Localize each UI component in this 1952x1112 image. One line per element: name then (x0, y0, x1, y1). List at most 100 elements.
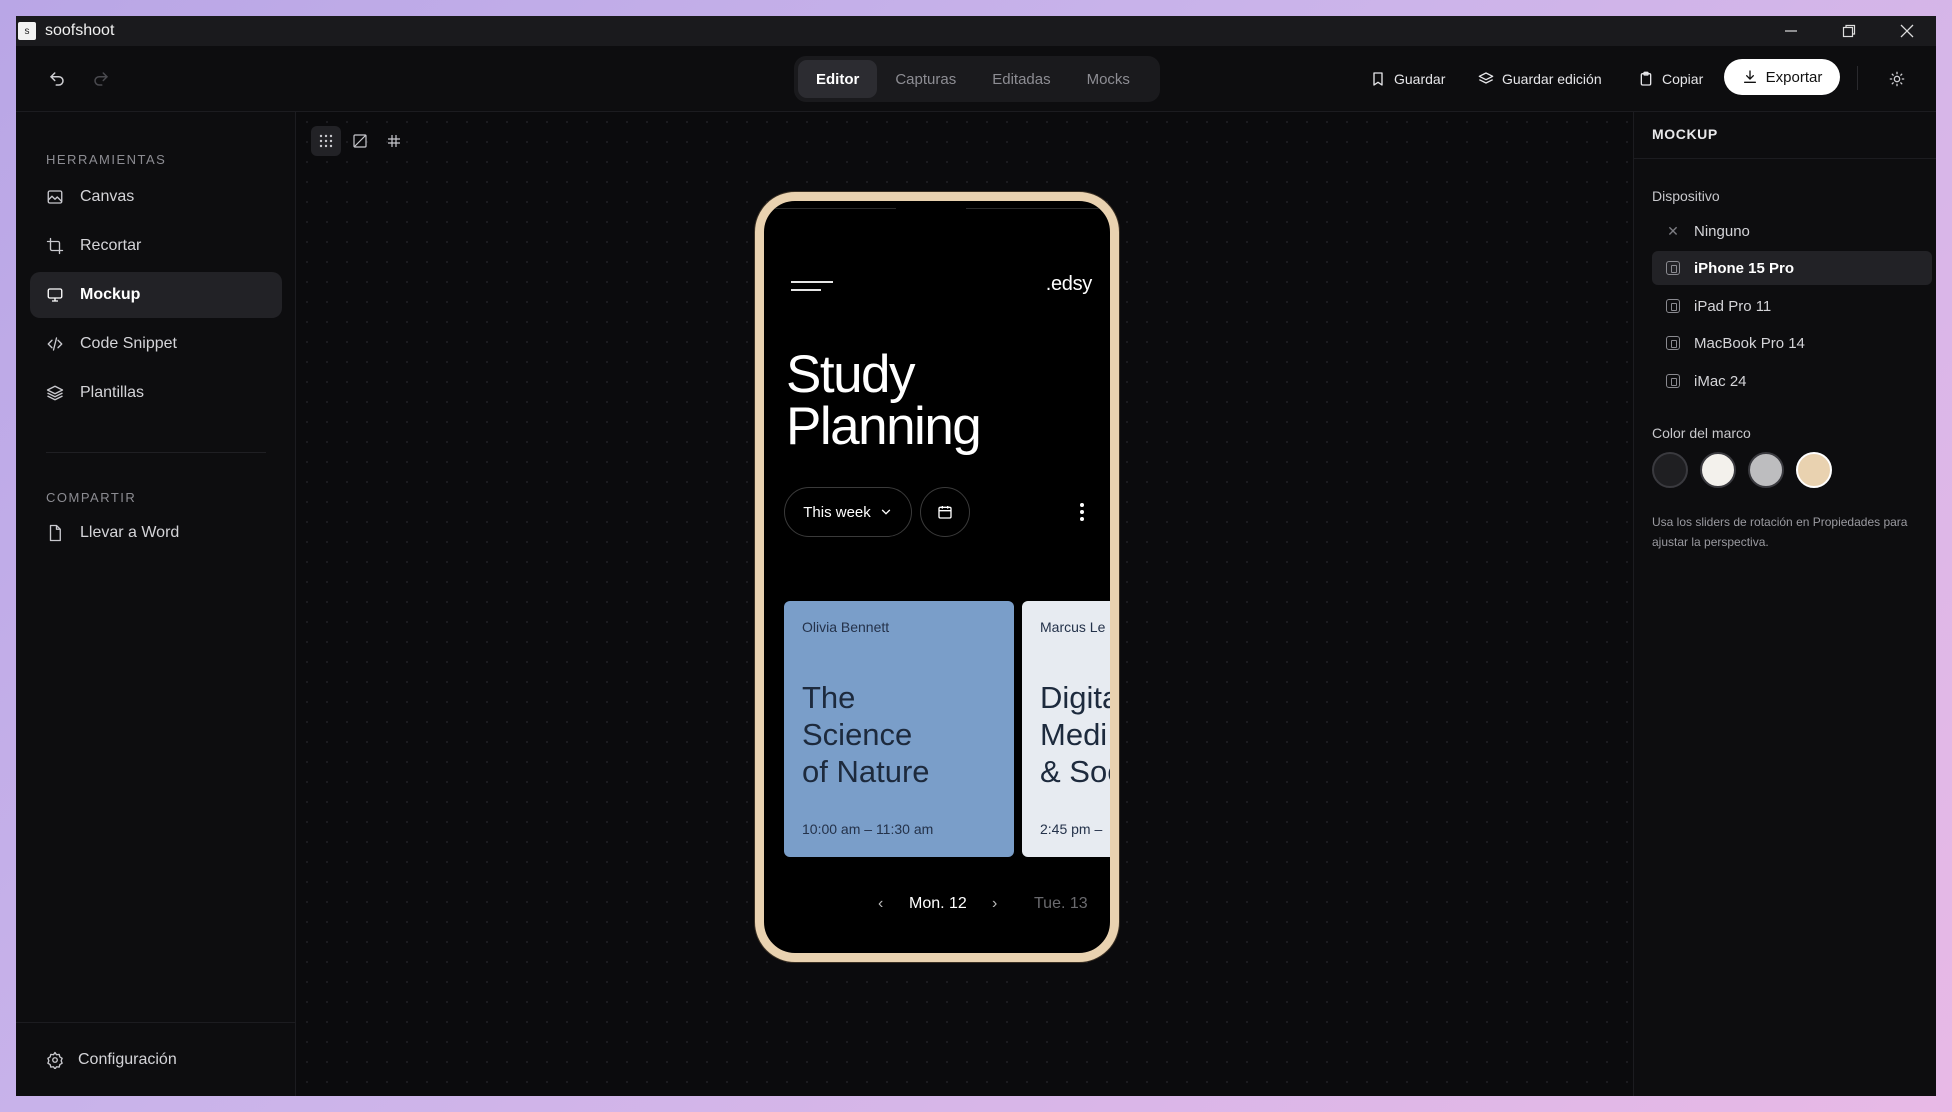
close-icon (1900, 24, 1914, 38)
canvas-area[interactable]: .edsy Study Planning This week Olivia Be… (297, 112, 1633, 1096)
view-tabs: Editor Capturas Editadas Mocks (794, 56, 1160, 102)
device-option-imac-24[interactable]: iMac 24 (1652, 364, 1932, 398)
dots-grid-button[interactable] (311, 126, 341, 156)
color-swatch-white[interactable] (1700, 452, 1736, 488)
theme-toggle-button[interactable] (1886, 68, 1908, 90)
lines-grid-button[interactable] (379, 126, 409, 156)
sidebar-item-plantillas[interactable]: Plantillas (30, 370, 282, 416)
mockup-title: Study Planning (786, 345, 982, 453)
device-option-ipad-pro-11[interactable]: iPad Pro 11 (1652, 289, 1932, 323)
week-selector-label: This week (803, 503, 871, 521)
device-label: Dispositivo (1652, 188, 1720, 204)
save-button[interactable]: Guardar (1370, 64, 1445, 94)
restore-button[interactable] (1820, 16, 1878, 46)
sidebar-item-label: Code Snippet (80, 335, 177, 352)
laptop-icon (1666, 336, 1680, 350)
phone-notch (896, 205, 966, 211)
undo-button[interactable] (46, 68, 68, 90)
x-icon: ✕ (1667, 223, 1679, 239)
close-button[interactable] (1878, 16, 1936, 46)
save-label: Guardar (1394, 71, 1446, 87)
date-navigator: ‹ Mon. 12 › Tue. 13 (764, 891, 1110, 921)
device-option-label: iMac 24 (1694, 372, 1747, 390)
next-date: Tue. 13 (1034, 895, 1088, 912)
sidebar-item-label: Llevar a Word (80, 524, 180, 541)
redo-button[interactable] (90, 68, 112, 90)
week-selector: This week (784, 487, 912, 537)
calendar-button (920, 487, 970, 537)
card-title: Digita Medi & Soc (1040, 679, 1119, 790)
color-swatch-silver[interactable] (1748, 452, 1784, 488)
brand-logo: .edsy (1045, 273, 1093, 295)
more-vertical-icon (1072, 499, 1092, 525)
export-button[interactable]: Exportar (1724, 59, 1840, 95)
panel-divider (1634, 158, 1936, 159)
settings-button[interactable]: Configuración (16, 1022, 296, 1096)
panel-title: MOCKUP (1652, 126, 1718, 142)
minimize-icon (1785, 30, 1797, 32)
layers-icon (1478, 72, 1494, 84)
card-title-line: Science (802, 717, 913, 752)
clipboard-icon (1640, 71, 1652, 86)
card-time: 2:45 pm – (1040, 821, 1103, 837)
tablet-icon (1666, 299, 1680, 313)
sidebar-item-canvas[interactable]: Canvas (30, 174, 282, 220)
mockup-title-line: Study (786, 345, 916, 404)
sidebar-item-label: Plantillas (80, 384, 145, 401)
sidebar-item-mockup[interactable]: Mockup (30, 272, 282, 318)
no-grid-button[interactable] (345, 126, 375, 156)
minimize-button[interactable] (1762, 16, 1820, 46)
tab-editadas[interactable]: Editadas (974, 60, 1068, 98)
tab-capturas[interactable]: Capturas (877, 60, 974, 98)
phone-icon (1666, 261, 1680, 275)
layers-icon (46, 385, 64, 401)
undo-icon (50, 72, 64, 86)
device-option-macbook-pro-14[interactable]: MacBook Pro 14 (1652, 326, 1932, 360)
color-swatch-gold[interactable] (1796, 452, 1832, 488)
sidebar-item-code-snippet[interactable]: Code Snippet (30, 321, 282, 367)
card-title: The Science of Nature (802, 679, 930, 790)
card-title-line: Medi (1040, 717, 1108, 752)
sun-icon (1889, 71, 1905, 87)
perspective-hint: Usa los sliders de rotación en Propiedad… (1652, 515, 1908, 549)
color-swatch-black[interactable] (1652, 452, 1688, 488)
tab-editor[interactable]: Editor (798, 60, 878, 98)
toolbar-divider (1857, 66, 1858, 90)
sidebar-divider (46, 452, 266, 453)
current-date: Mon. 12 (909, 895, 967, 912)
toolbar: Editor Capturas Editadas Mocks Guardar G… (16, 46, 1936, 112)
copy-button[interactable]: Copiar (1638, 64, 1703, 94)
left-sidebar: HERRAMIENTAS Canvas Recortar Mockup Code… (16, 112, 296, 1096)
file-icon (49, 524, 61, 542)
card-title-line: & Soc (1040, 754, 1119, 789)
lines-grid-icon (388, 135, 400, 147)
gear-icon (47, 1051, 63, 1069)
card-title-line: The (802, 680, 856, 715)
device-option-ninguno[interactable]: ✕ Ninguno (1652, 214, 1932, 248)
copy-label: Copiar (1662, 71, 1704, 87)
crop-icon (46, 237, 64, 255)
sidebar-item-recortar[interactable]: Recortar (30, 223, 282, 269)
sidebar-item-llevar-a-word[interactable]: Llevar a Word (30, 510, 282, 556)
properties-panel: MOCKUP Dispositivo ✕ Ninguno iPhone 15 P… (1633, 112, 1936, 1096)
window-controls (1762, 16, 1936, 46)
title-bar: s soofshoot (16, 16, 1936, 46)
tools-heading: HERRAMIENTAS (46, 152, 167, 167)
image-icon (47, 190, 63, 204)
app-title: soofshoot (45, 22, 115, 39)
dots-grid-icon (319, 134, 333, 148)
no-grid-icon (353, 134, 367, 148)
save-edit-button[interactable]: Guardar edición (1478, 64, 1602, 94)
tab-mocks[interactable]: Mocks (1069, 60, 1148, 98)
sidebar-item-label: Recortar (80, 237, 142, 254)
calendar-icon (938, 506, 952, 519)
desktop-icon (1666, 374, 1680, 388)
class-card: Olivia Bennett The Science of Nature 10:… (784, 601, 1014, 857)
phone-mockup[interactable]: .edsy Study Planning This week Olivia Be… (755, 192, 1119, 962)
device-option-iphone-15-pro[interactable]: iPhone 15 Pro (1652, 251, 1932, 285)
class-card: Marcus Le Digita Medi & Soc 2:45 pm – (1022, 601, 1119, 857)
device-option-label: Ninguno (1694, 222, 1750, 240)
app-icon: s (18, 22, 36, 40)
card-time: 10:00 am – 11:30 am (802, 821, 934, 837)
frame-color-swatches (1652, 452, 1832, 488)
